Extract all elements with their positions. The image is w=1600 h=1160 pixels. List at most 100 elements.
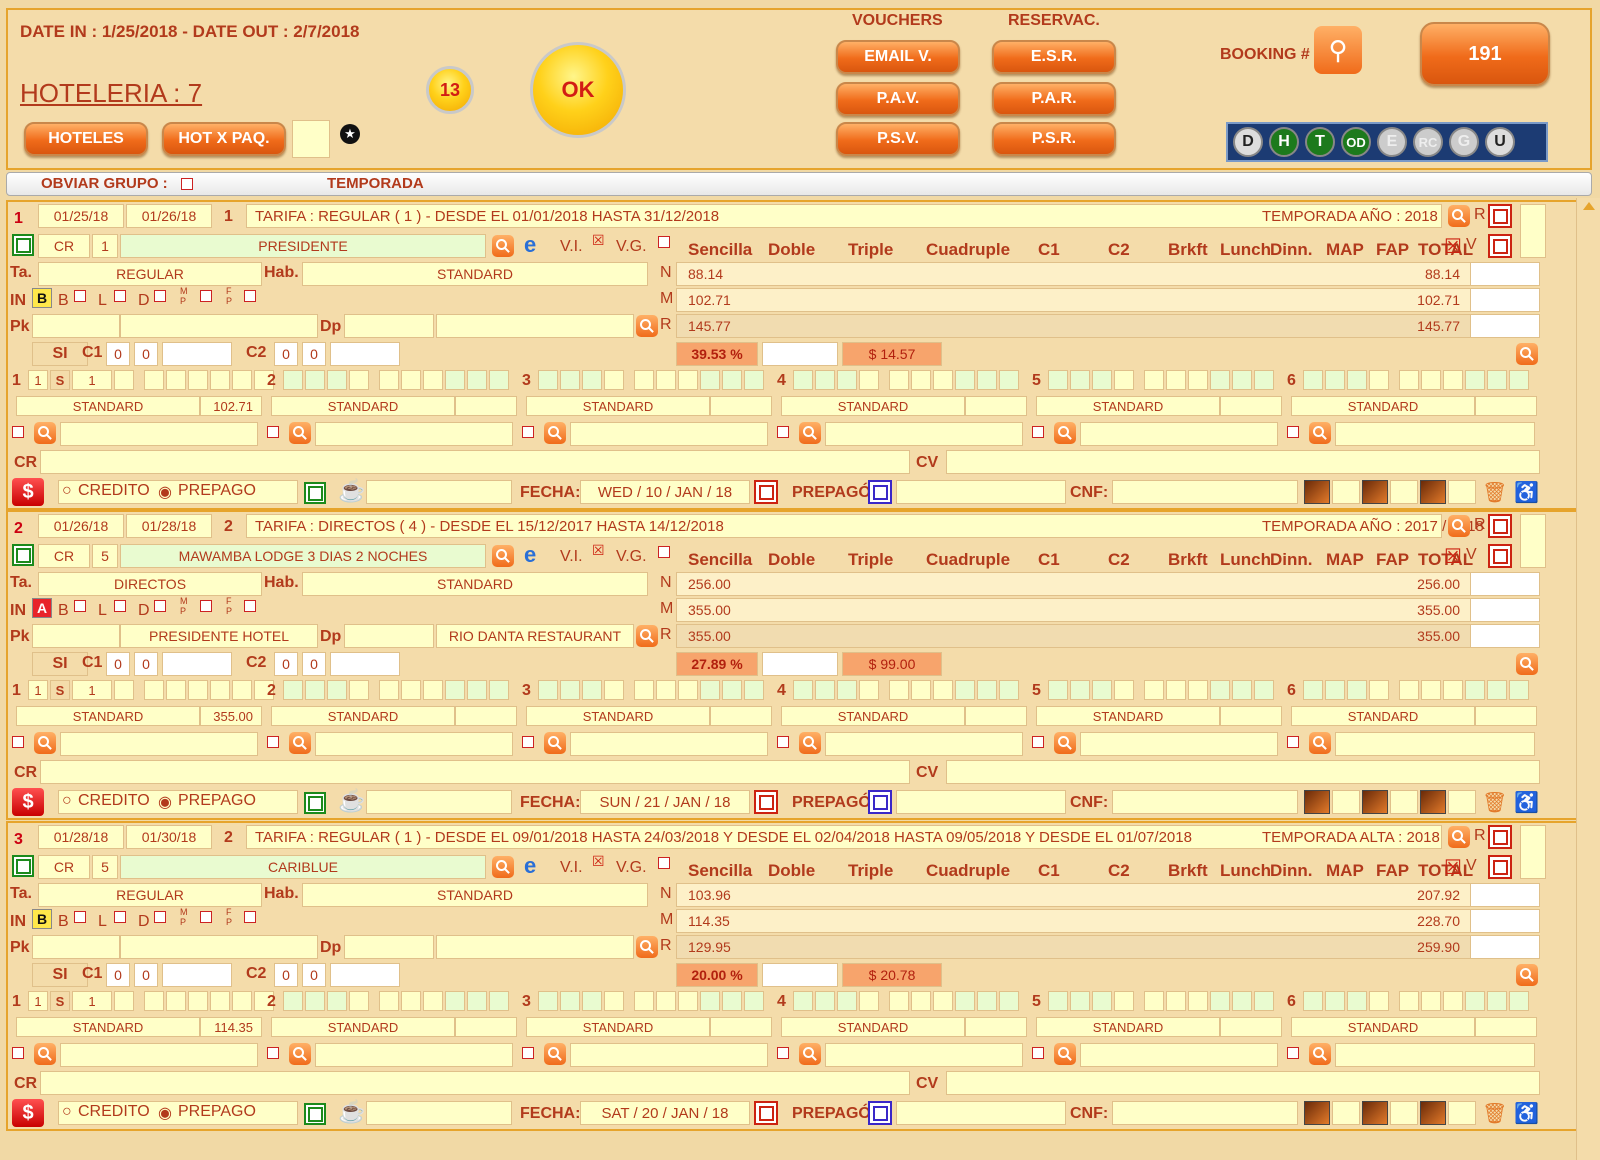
room-slot[interactable] (1254, 991, 1274, 1011)
room-slot[interactable] (327, 680, 347, 700)
room-slot[interactable] (911, 991, 931, 1011)
prepago-checkbox[interactable] (304, 1103, 326, 1125)
room-slot[interactable]: 1 (72, 370, 112, 390)
c2-field[interactable] (330, 652, 400, 676)
side-field[interactable] (1520, 825, 1546, 879)
slot-checkbox[interactable] (1032, 736, 1044, 748)
room-slot[interactable] (445, 991, 465, 1011)
room-type-5[interactable]: STANDARD (1036, 1017, 1220, 1037)
prepago-radio[interactable]: ◉ (158, 792, 172, 812)
room-slot[interactable] (232, 370, 252, 390)
room-slot[interactable] (999, 370, 1019, 390)
c1-field[interactable] (162, 963, 232, 987)
room-slot[interactable] (678, 680, 698, 700)
room-slot[interactable] (678, 991, 698, 1011)
room-slot[interactable] (467, 991, 487, 1011)
room-slot[interactable] (467, 680, 487, 700)
fecha-checkbox[interactable] (754, 480, 778, 504)
n-extra[interactable] (1470, 883, 1540, 907)
slot-field[interactable] (315, 732, 513, 756)
image-icon[interactable] (1420, 480, 1446, 504)
row-search-icon[interactable] (1516, 964, 1538, 986)
percent-input[interactable] (762, 652, 838, 676)
room-slot[interactable] (1070, 991, 1090, 1011)
room-slot[interactable] (1092, 680, 1112, 700)
pk-search-icon[interactable] (636, 315, 658, 337)
room-slot[interactable] (1070, 370, 1090, 390)
l-checkbox[interactable] (114, 290, 126, 302)
room-slot[interactable] (1166, 991, 1186, 1011)
dp-field[interactable] (436, 314, 634, 338)
room-slot[interactable]: S (50, 991, 70, 1011)
room-slot[interactable]: 1 (28, 370, 48, 390)
v-checkbox[interactable] (1488, 544, 1512, 568)
prepago-paid-field[interactable] (896, 480, 1066, 504)
room-slot[interactable] (1399, 680, 1419, 700)
room-slot[interactable] (604, 370, 624, 390)
room-slot[interactable] (1443, 370, 1463, 390)
obviar-grupo-checkbox[interactable] (181, 178, 193, 190)
c2-b[interactable]: 0 (302, 652, 326, 676)
hab-field[interactable]: STANDARD (302, 883, 648, 907)
n-extra[interactable] (1470, 572, 1540, 596)
slot-field[interactable] (60, 422, 258, 446)
row-search-icon[interactable] (1516, 653, 1538, 675)
room-slot[interactable] (1188, 370, 1208, 390)
room-slot[interactable] (744, 991, 764, 1011)
fecha-field[interactable]: WED / 10 / JAN / 18 (580, 480, 750, 504)
pk-search-icon[interactable] (636, 936, 658, 958)
trash-icon[interactable]: 🗑 (1482, 480, 1507, 505)
room-slot[interactable] (560, 991, 580, 1011)
row-search-icon[interactable] (1516, 343, 1538, 365)
total-checkbox[interactable]: ☒ (1444, 234, 1462, 259)
star-icon[interactable]: ★ (340, 124, 360, 144)
slot-field[interactable] (315, 1043, 513, 1067)
room-slot[interactable] (1210, 680, 1230, 700)
room-slot[interactable] (911, 680, 931, 700)
image-field[interactable] (1390, 1101, 1418, 1125)
slot-checkbox[interactable] (522, 1047, 534, 1059)
room-price-3[interactable] (710, 396, 772, 416)
prepago-radio[interactable]: ◉ (158, 482, 172, 502)
tarifa-search-icon[interactable] (1448, 205, 1470, 227)
room-price-2[interactable] (455, 396, 517, 416)
room-slot[interactable] (634, 370, 654, 390)
c2-b[interactable]: 0 (302, 342, 326, 366)
v-checkbox[interactable] (1488, 234, 1512, 258)
person-icon[interactable]: ♿ (1514, 790, 1539, 815)
slot-field[interactable] (570, 422, 768, 446)
r-checkbox[interactable] (1488, 204, 1512, 228)
image-field[interactable] (1390, 480, 1418, 504)
vi-checkbox[interactable]: ☒ (592, 232, 605, 249)
prepago-paid-checkbox[interactable] (868, 480, 892, 504)
room-slot[interactable] (423, 991, 443, 1011)
slot-search-icon[interactable] (799, 1043, 821, 1065)
cr-code[interactable]: CR (38, 544, 90, 568)
slot-checkbox[interactable] (267, 426, 279, 438)
c1-b[interactable]: 0 (134, 342, 158, 366)
hoteles-button[interactable]: HOTELES (24, 122, 148, 156)
slot-search-icon[interactable] (1054, 1043, 1076, 1065)
room-slot[interactable] (1092, 991, 1112, 1011)
slot-search-icon[interactable] (1309, 1043, 1331, 1065)
c1-field[interactable] (162, 342, 232, 366)
m-extra[interactable] (1470, 909, 1540, 933)
cr-comment[interactable] (40, 760, 910, 784)
room-slot[interactable] (401, 680, 421, 700)
code-h-button[interactable]: H (1269, 127, 1299, 157)
image-icon[interactable] (1420, 790, 1446, 814)
room-slot[interactable] (1144, 680, 1164, 700)
slot-search-icon[interactable] (1054, 422, 1076, 444)
room-price-4[interactable] (965, 1017, 1027, 1037)
prepago-paid-checkbox[interactable] (868, 1101, 892, 1125)
slot-checkbox[interactable] (1032, 1047, 1044, 1059)
room-slot[interactable] (1048, 370, 1068, 390)
room-slot[interactable] (560, 370, 580, 390)
room-slot[interactable] (837, 680, 857, 700)
payment-icon[interactable]: $ (12, 1099, 44, 1127)
dp-code-field[interactable] (344, 624, 434, 648)
hotel-name-field[interactable]: CARIBLUE (120, 855, 486, 879)
mp-checkbox[interactable] (200, 290, 212, 302)
hot-paq-input[interactable] (292, 120, 330, 158)
mp-checkbox[interactable] (200, 600, 212, 612)
